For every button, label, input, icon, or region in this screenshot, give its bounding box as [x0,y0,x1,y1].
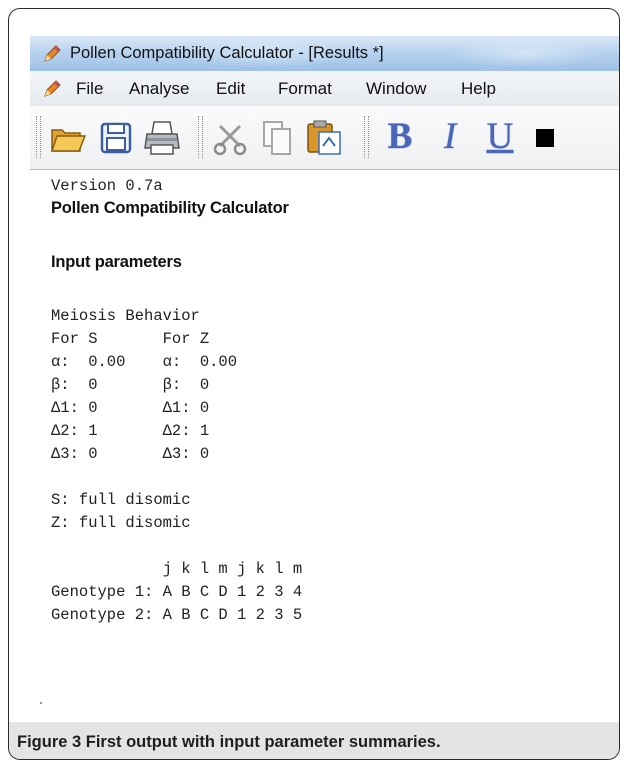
z-mode-line: Z: full disomic [51,514,191,532]
meiosis-row-delta1: Δ1: 0 Δ1: 0 [51,399,210,417]
meiosis-header: For S For Z [51,330,210,348]
version-line: Version 0.7a [51,177,163,195]
genotype-row-1: Genotype 1: A B C D 1 2 3 4 [51,583,303,601]
italic-button[interactable]: I [430,115,470,159]
bold-button[interactable]: B [380,115,420,159]
genotype-row-2: Genotype 2: A B C D 1 2 3 5 [51,606,303,624]
cut-icon[interactable] [210,118,250,158]
underline-button[interactable]: U [480,115,520,159]
menu-window[interactable]: Window [366,79,426,99]
copy-icon[interactable] [258,118,298,158]
app-window: Pollen Compatibility Calculator - [Resul… [30,36,619,716]
pencil-app-icon [44,45,61,62]
toolbar-grip-3[interactable] [364,116,369,158]
pencil-menu-icon[interactable] [42,79,62,99]
meiosis-row-delta2: Δ2: 1 Δ2: 1 [51,422,210,440]
paste-icon[interactable] [304,118,344,158]
toolbar: B I U [30,106,619,170]
menu-file[interactable]: File [76,79,103,99]
meiosis-row-delta3: Δ3: 0 Δ3: 0 [51,445,210,463]
s-mode-line: S: full disomic [51,491,191,509]
menu-analyse[interactable]: Analyse [129,79,189,99]
open-folder-icon[interactable] [48,118,88,158]
figure-caption: Figure 3 First output with input paramet… [9,722,619,759]
caption-text: Figure 3 First output with input paramet… [17,733,441,751]
toolbar-grip-2[interactable] [198,116,203,158]
results-pane: Version 0.7a Pollen Compatibility Calcul… [30,170,619,716]
menu-bar: File Analyse Edit Format Window Help [30,71,619,107]
menu-format[interactable]: Format [278,79,332,99]
stray-dot [40,702,42,704]
menu-help[interactable]: Help [461,79,496,99]
print-icon[interactable] [142,118,182,158]
meiosis-title: Meiosis Behavior [51,307,200,325]
toolbar-grip[interactable] [36,116,41,158]
save-disk-icon[interactable] [96,118,136,158]
figure-frame: Pollen Compatibility Calculator - [Resul… [8,8,620,760]
meiosis-row-beta: β: 0 β: 0 [51,376,210,394]
color-swatch-button[interactable] [536,129,554,147]
title-bar[interactable]: Pollen Compatibility Calculator - [Resul… [30,36,619,71]
menu-edit[interactable]: Edit [216,79,245,99]
window-title: Pollen Compatibility Calculator - [Resul… [70,44,384,62]
meiosis-row-alpha: α: 0.00 α: 0.00 [51,353,238,371]
results-heading: Pollen Compatibility Calculator [51,199,289,217]
input-parameters-heading: Input parameters [51,253,182,271]
genotype-header: j k l m j k l m [51,560,303,578]
